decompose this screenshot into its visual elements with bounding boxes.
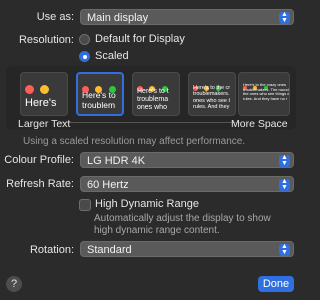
rotation-label: Rotation: [29,244,74,256]
scaled-option-2[interactable]: Here's to troublem [76,72,124,116]
refresh-rate-label: Refresh Rate: [6,178,74,190]
radio-default-for-display[interactable] [79,34,90,45]
use-as-value: Main display [87,12,149,24]
scaled-option-3[interactable]: Here's to t troublema ones who [132,72,180,116]
scale-slider-track[interactable] [60,122,240,123]
hdr-label: High Dynamic Range [95,198,199,210]
done-button[interactable]: Done [258,276,294,292]
scaled-option-1[interactable]: Here's [20,72,68,116]
colour-profile-label: Colour Profile: [4,154,74,166]
chevron-updown-icon: ▲ ▼ [279,243,290,256]
use-as-popup[interactable]: Main display ▲ ▼ [80,9,294,25]
scaled-option-5[interactable]: Here's to the crazy ones troublemakers. … [238,72,290,116]
rotation-popup[interactable]: Standard ▲ ▼ [80,241,294,257]
more-space-label: More Space [231,118,288,130]
refresh-rate-value: 60 Hertz [87,179,129,191]
radio-default-label: Default for Display [95,33,185,45]
radio-scaled-label: Scaled [95,50,129,62]
chevron-updown-icon: ▲ ▼ [279,154,290,167]
tile-preview-text: Here's to troublem [82,90,116,110]
chevron-updown-icon: ▲ ▼ [279,178,290,191]
close-dot-icon [25,85,34,94]
rotation-value: Standard [87,244,132,256]
tile-preview-text: Here's to t troublema ones who [137,88,169,112]
hdr-description: Automatically adjust the display to show… [94,213,271,236]
larger-text-label: Larger Text [18,118,71,130]
resolution-label: Resolution: [18,34,74,46]
tile-preview-text: Here's to the crazy ones troublemakers. … [243,82,290,101]
colour-profile-value: LG HDR 4K [87,155,146,167]
tile-preview-text: Here's to the cr troublemakers. ones who… [193,85,231,110]
hdr-checkbox[interactable] [79,199,91,211]
scaled-option-4[interactable]: Here's to the cr troublemakers. ones who… [188,72,236,116]
colour-profile-popup[interactable]: LG HDR 4K ▲ ▼ [80,152,294,168]
help-button[interactable]: ? [6,276,22,292]
refresh-rate-popup[interactable]: 60 Hertz ▲ ▼ [80,176,294,192]
tile-preview-text: Here's [25,97,57,109]
radio-scaled[interactable] [79,51,90,62]
chevron-updown-icon: ▲ ▼ [279,11,290,24]
minimize-dot-icon [40,85,50,94]
scaled-performance-note: Using a scaled resolution may affect per… [23,136,246,147]
use-as-label: Use as: [36,11,74,23]
